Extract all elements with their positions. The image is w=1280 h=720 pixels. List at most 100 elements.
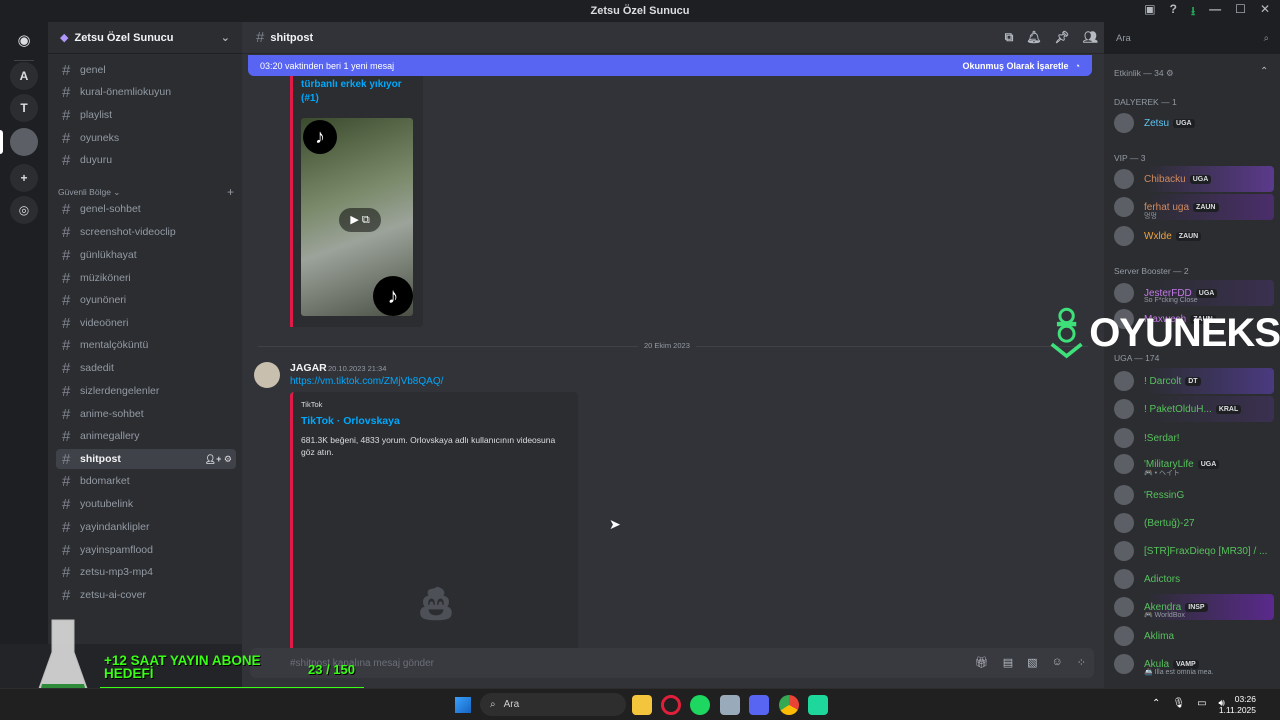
play-icon[interactable]: ▶ ⧉: [339, 208, 381, 232]
member-item[interactable]: ferhat uga ZAUN 멍멍: [1114, 194, 1274, 220]
embed-title[interactable]: TikTok · Orlovskaya: [301, 415, 400, 427]
inbox-icon[interactable]: ▣: [1144, 2, 1155, 23]
channel-item[interactable]: # müzikönerі: [56, 268, 236, 288]
member-item[interactable]: Wxlde ZAUN: [1114, 223, 1274, 249]
channel-item[interactable]: # shitpost 👤︎+ ⚙: [56, 449, 236, 469]
server-icon-t[interactable]: T: [10, 94, 38, 122]
channel-item[interactable]: # zetsu-ai-cover: [56, 585, 236, 605]
message-composer[interactable]: #shitpost kanalına mesaj gönder 🎁︎ ▤ ▧ ☺…: [250, 648, 1094, 678]
member-item[interactable]: (Bertuğ)-27: [1114, 510, 1274, 536]
add-channel-icon[interactable]: +: [227, 185, 234, 199]
channel-item[interactable]: # yayinspamflood: [56, 540, 236, 560]
sticker-icon[interactable]: ▧: [1027, 656, 1037, 669]
discord-home-icon[interactable]: ◉: [10, 26, 38, 54]
embed1-title[interactable]: türbanlı erkek yıkıyor (#1): [301, 78, 416, 106]
hash-icon: #: [62, 450, 71, 468]
chrome-icon[interactable]: [779, 695, 799, 715]
server-header[interactable]: ◆ Zetsu Özel Sunucu ⌄: [48, 22, 242, 54]
maximize-icon[interactable]: ☐: [1235, 2, 1246, 23]
member-item[interactable]: !Serdar!: [1114, 425, 1274, 451]
new-messages-bar[interactable]: 03:20 vaktinden beri 1 yeni mesaj Okunmu…: [248, 55, 1092, 76]
server-icon-zetsu[interactable]: [10, 128, 38, 156]
member-name: Adictors: [1144, 573, 1181, 585]
channel-item[interactable]: # animegallery: [56, 426, 236, 446]
member-item[interactable]: ! Darcolt DT: [1114, 368, 1274, 394]
channel-item[interactable]: # sizlerdengelenler: [56, 381, 236, 401]
file-explorer-icon[interactable]: [632, 695, 652, 715]
member-item[interactable]: [STR]FraxDieqo [MR30] / ...: [1114, 538, 1274, 564]
hash-icon: #: [62, 314, 71, 332]
pin-icon[interactable]: 📌︎: [1055, 30, 1070, 45]
channel-item[interactable]: # videoöneri: [56, 313, 236, 333]
channel-duyuru[interactable]: # duyuru: [56, 150, 236, 170]
channel-label: yayindanklipler: [80, 521, 150, 533]
video-thumbnail[interactable]: ♪ ▶ ⧉ ♪: [301, 118, 413, 316]
taskbar-clock[interactable]: 03:26 1.11.2025: [1219, 694, 1256, 716]
minimize-icon[interactable]: —: [1209, 2, 1221, 23]
gift-icon[interactable]: 🎁︎: [975, 656, 989, 669]
channel-genel[interactable]: # genel: [56, 60, 236, 80]
member-item[interactable]: Akula VAMP 🚢 Illa est omnia mea.: [1114, 651, 1274, 677]
search-input[interactable]: Ara ⌕: [1110, 28, 1274, 48]
app-icon[interactable]: [808, 695, 828, 715]
emoji-icon[interactable]: ☺: [1052, 656, 1063, 669]
display-icon[interactable]: ▭: [1197, 698, 1206, 709]
server-icon-a[interactable]: A: [10, 62, 38, 90]
channel-item[interactable]: # zetsu-mp3-mp4: [56, 562, 236, 582]
member-item[interactable]: 'MilitaryLife UGA 🎮 • ヘイト: [1114, 451, 1274, 477]
channel-item[interactable]: # yayindanklipler: [56, 517, 236, 537]
member-name: Wxlde: [1144, 230, 1172, 242]
channel-item[interactable]: # sadedit: [56, 358, 236, 378]
goal-title-line2: HEDEFİ: [104, 666, 154, 681]
opera-icon[interactable]: [661, 695, 681, 715]
channel-item[interactable]: # günlükhayat: [56, 245, 236, 265]
bell-icon[interactable]: 🔔︎: [1026, 30, 1041, 45]
explore-icon[interactable]: ◎: [10, 196, 38, 224]
channel-item[interactable]: # anime-sohbet: [56, 404, 236, 424]
message-link[interactable]: https://vm.tiktok.com/ZMjVb8QAQ/: [290, 376, 443, 387]
gif-icon[interactable]: ▤: [1003, 656, 1013, 669]
boost-icon: ◆: [60, 32, 69, 44]
window-title: Zetsu Özel Sunucu: [590, 5, 690, 17]
spotify-icon[interactable]: [690, 695, 710, 715]
channel-settings-icon[interactable]: 👤︎+ ⚙: [205, 454, 232, 465]
channel-item[interactable]: # youtubelink: [56, 494, 236, 514]
mark-as-read-button[interactable]: Okunmuş Olarak İşaretle: [963, 61, 1069, 71]
member-item[interactable]: Adictors: [1114, 566, 1274, 592]
search-placeholder: Ara: [1116, 32, 1131, 44]
channel-kural[interactable]: # kural-önemliokuyun: [56, 82, 236, 102]
apps-icon[interactable]: ⁘: [1077, 656, 1086, 669]
microphone-icon[interactable]: 🎙︎: [1172, 698, 1185, 709]
system-tray[interactable]: ⌃ 🎙︎ ▭ 🔊︎: [1152, 698, 1225, 709]
channel-item[interactable]: # mentalçöküntü: [56, 335, 236, 355]
close-icon[interactable]: ✕: [1260, 2, 1270, 23]
member-item[interactable]: Akendra INSP 🎮 WorldBox: [1114, 594, 1274, 620]
member-item[interactable]: Aklima: [1114, 623, 1274, 649]
threads-icon[interactable]: ⧉: [1005, 30, 1014, 45]
chevron-up-icon[interactable]: ⌃: [1152, 698, 1160, 709]
channel-oyuneks[interactable]: # oyuneks: [56, 128, 236, 148]
category-guvenli-bolge[interactable]: Güvenli Bölge ⌄ +: [58, 185, 234, 199]
download-icon[interactable]: ⭳: [1191, 2, 1195, 23]
member-item[interactable]: Zetsu UGA: [1114, 110, 1274, 136]
message-author[interactable]: JAGAR: [290, 362, 327, 374]
channel-item[interactable]: # genel-sohbet: [56, 199, 236, 219]
channel-title: shitpost: [270, 31, 314, 44]
discord-icon[interactable]: [749, 695, 769, 715]
member-item[interactable]: 'RessinG: [1114, 482, 1274, 508]
steam-icon[interactable]: [720, 695, 740, 715]
avatar[interactable]: [254, 362, 280, 388]
collapse-icon[interactable]: ⌃: [1260, 66, 1268, 77]
taskbar-search[interactable]: ⌕ Ara: [480, 693, 626, 716]
member-item[interactable]: Chibacku UGA: [1114, 166, 1274, 192]
channel-item[interactable]: # bdomarket: [56, 471, 236, 491]
channel-item[interactable]: # oyunöneri: [56, 290, 236, 310]
start-icon[interactable]: [455, 697, 471, 713]
member-item[interactable]: ! PaketOlduH... KRAL: [1114, 396, 1274, 422]
members-icon[interactable]: 👥︎: [1083, 30, 1098, 45]
add-server-icon[interactable]: +: [10, 164, 38, 192]
hash-icon: #: [62, 495, 71, 513]
help-icon[interactable]: ?: [1170, 2, 1177, 23]
channel-playlist[interactable]: # playlist: [56, 105, 236, 125]
channel-item[interactable]: # screenshot-videoclip: [56, 222, 236, 242]
